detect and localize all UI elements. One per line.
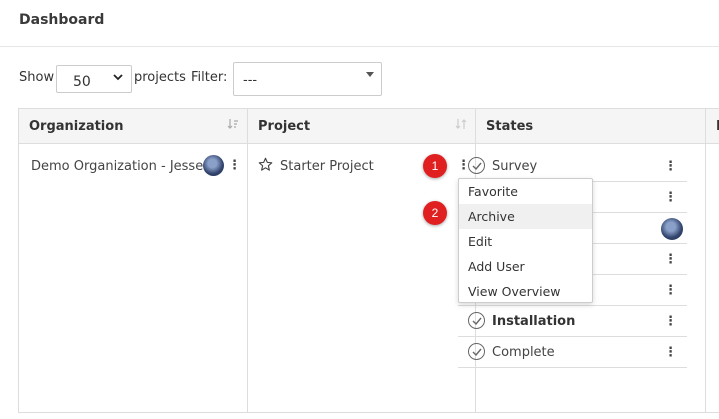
sort-icon[interactable] [455,118,467,133]
state-row[interactable]: Installation ⋮ [458,306,687,337]
table-controls: Show 50 projects Filter: --- [0,62,400,98]
column-divider [705,143,706,413]
show-label: Show [19,70,55,85]
step-badge-1: 1 [423,154,447,178]
column-label: Project [258,119,311,134]
column-label: Organization [29,119,124,134]
menu-item-view-overview[interactable]: View Overview [459,279,592,304]
state-label: Installation [492,314,576,329]
menu-item-add-user[interactable]: Add User [459,254,592,279]
page-title: Dashboard [19,12,105,28]
step-badge-2: 2 [423,201,447,225]
menu-item-archive[interactable]: Archive [459,204,592,229]
state-more-icon[interactable]: ⋮ [664,190,677,205]
project-actions-menu: Favorite Archive Edit Add User View Over… [458,178,593,303]
menu-item-edit[interactable]: Edit [459,229,592,254]
state-label: Complete [492,345,555,360]
page-size-value: 50 [73,74,91,90]
sort-icon[interactable] [227,118,239,133]
filter-select[interactable]: --- [233,62,382,96]
state-row[interactable]: Complete ⋮ [458,337,687,368]
column-header-project[interactable]: Project [248,109,476,144]
chevron-down-icon [113,71,123,85]
column-divider [247,143,248,413]
check-circle-icon [468,312,485,329]
projects-label: projects [134,70,186,85]
avatar[interactable] [661,218,683,240]
filter-value: --- [243,73,258,88]
state-label: Survey [492,159,538,174]
column-header-states[interactable]: States [476,109,706,144]
check-circle-icon [468,343,485,360]
page-size-select[interactable]: 50 [56,65,132,93]
filter-label: Filter: [191,70,228,85]
page-header: Dashboard [0,0,719,47]
state-more-icon[interactable]: ⋮ [664,283,677,298]
menu-item-favorite[interactable]: Favorite [459,179,592,204]
state-more-icon[interactable]: ⋮ [664,314,677,329]
org-more-icon[interactable]: ⋮ [228,159,241,173]
state-more-icon[interactable]: ⋮ [664,345,677,360]
star-icon[interactable] [258,157,273,176]
organization-name[interactable]: Demo Organization - Jesse [31,159,203,174]
column-header-organization[interactable]: Organization [19,109,248,144]
state-more-icon[interactable]: ⋮ [664,252,677,267]
column-header-next[interactable]: P [706,109,719,144]
caret-down-icon [366,72,374,77]
state-more-icon[interactable]: ⋮ [664,159,677,174]
column-label: States [486,119,534,134]
table-header: Organization Project States P [19,109,719,144]
check-circle-icon [468,157,485,174]
avatar[interactable] [203,155,224,176]
project-name[interactable]: Starter Project [280,159,374,174]
